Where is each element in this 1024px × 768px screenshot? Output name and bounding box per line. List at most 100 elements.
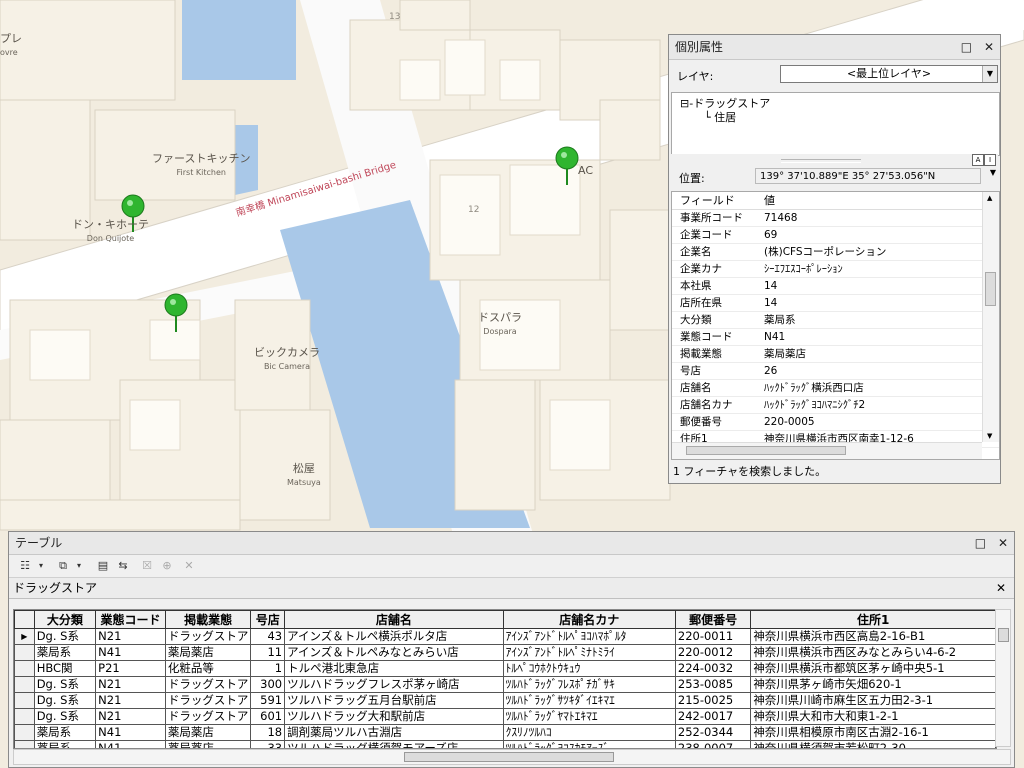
table-cell[interactable]: ツルハドラッグ五月台駅前店 [284,692,504,709]
table-cell[interactable]: ﾂﾙﾊﾄﾞﾗｯｸﾞｻﾂｷﾀﾞｲｴｷﾏｴ [502,692,676,709]
attribute-row[interactable]: 掲載業態 薬局薬店 [672,346,999,363]
table-cell[interactable]: 薬局系 [33,740,97,748]
table-cell[interactable]: Dg. S系 [33,676,97,693]
table-cell[interactable]: ﾂﾙﾊﾄﾞﾗｯｸﾞﾔﾏﾄｴｷﾏｴ [502,708,676,725]
splitter-grip[interactable] [781,159,861,163]
table-cell[interactable]: P21 [95,660,166,677]
column-header[interactable]: 店舗名カナ [502,610,676,629]
attribute-table[interactable]: 大分類 業態コード 掲載業態 号店 店舗名 店舗名カナ 郵便番号 住所1 ▶ Dg. S系 N21… [13,609,997,749]
table-cell[interactable]: 220-0012 [674,644,752,661]
table-row[interactable]: 薬局系 N41 薬局薬店 18 調剤薬局ツルハ古淵店 ｸｽﾘﾉﾂﾙﾊｺ 252-0344 神奈… [14,724,996,741]
table-cell[interactable]: HBC関 [33,660,97,677]
scroll-up-icon[interactable]: ▲ [987,194,992,202]
table-cell[interactable]: 224-0032 [674,660,752,677]
table-cell[interactable]: 神奈川県茅ヶ崎市矢畑620-1 [750,676,996,693]
table-cell[interactable]: 薬局系 [33,724,97,741]
table-cell[interactable]: 化粧品等 [164,660,252,677]
table-cell[interactable]: 1 [250,660,286,677]
row-selector[interactable] [14,676,35,693]
table-cell[interactable]: N21 [95,692,166,709]
attribute-row[interactable]: 郵便番号 220-0005 [672,414,999,431]
table-cell[interactable]: 神奈川県横浜市都筑区茅ヶ崎中央5-1 [750,660,996,677]
table-cell[interactable]: ドラッグストア [164,708,252,725]
table-row[interactable]: ▶ Dg. S系 N21 ドラッグストア 43 アインズ＆トルペ横浜ポルタ店 ｱｲﾝｽﾞｱﾝ… [14,628,996,645]
identify-title-bar[interactable]: 個別属性 □ ✕ [669,35,1000,60]
close-icon[interactable]: ✕ [996,578,1006,598]
table-cell[interactable]: 33 [250,740,286,748]
table-row[interactable]: Dg. S系 N21 ドラッグストア 591 ツルハドラッグ五月台駅前店 ﾂﾙﾊﾄﾞﾗｯｸ… [14,692,996,709]
scroll-thumb[interactable] [404,752,614,762]
attribute-row[interactable]: 大分類 薬局系 [672,312,999,329]
collapse-icon[interactable]: ⊟ [680,97,689,110]
table-cell[interactable]: N41 [95,740,166,748]
table-row[interactable]: 薬局系 N41 薬局薬店 11 アインズ＆トルペみなとみらい店 ｱｲﾝｽﾞｱﾝﾄﾞﾄﾙﾍﾟ… [14,644,996,661]
table-cell[interactable]: 591 [250,692,286,709]
pane-splitter[interactable]: A I [671,154,998,166]
row-selector[interactable] [14,692,35,709]
row-selector[interactable] [14,660,35,677]
chevron-down-icon[interactable]: ▾ [71,558,87,574]
zoom-to-selected-icon[interactable]: ⊕ [159,558,175,574]
scroll-thumb[interactable] [985,272,996,306]
table-cell[interactable]: ドラッグストア [164,676,252,693]
table-cell[interactable]: 300 [250,676,286,693]
table-cell[interactable]: アインズ＆トルペ横浜ポルタ店 [284,628,504,645]
select-by-attributes-icon[interactable]: ▤ [95,558,111,574]
row-selector[interactable] [14,708,35,725]
table-cell[interactable]: 253-0085 [674,676,752,693]
attribute-row[interactable]: 号店 26 [672,363,999,380]
column-header[interactable]: 掲載業態 [164,610,252,629]
table-cell[interactable]: 薬局薬店 [164,740,252,748]
table-cell[interactable]: N21 [95,628,166,645]
attribute-row[interactable]: 業態コード N41 [672,329,999,346]
attribute-row[interactable]: 企業コード 69 [672,227,999,244]
scroll-down-icon[interactable]: ▼ [987,432,992,440]
column-header[interactable]: 業態コード [95,610,166,629]
table-cell[interactable]: 神奈川県大和市大和東1-2-1 [750,708,996,725]
column-header[interactable]: 郵便番号 [674,610,752,629]
location-field[interactable]: 139° 37'10.889"E 35° 27'53.056"N [755,168,981,184]
switch-selection-icon[interactable]: ⇆ [115,558,131,574]
attribute-row[interactable]: 事業所コード 71468 [672,210,999,227]
table-row[interactable]: 薬局系 N41 薬局薬店 33 ツルハドラッグ横須賀モアーズ店 ﾂﾙﾊﾄﾞﾗｯｸﾞﾖｺｽｶ… [14,740,996,748]
row-selector[interactable] [14,724,35,741]
layer-select[interactable]: <最上位レイヤ> ▼ [780,65,998,83]
table-cell[interactable]: ﾂﾙﾊﾄﾞﾗｯｸﾞﾖｺｽｶﾓｱｰｽﾞ [502,740,676,748]
column-header[interactable]: 号店 [250,610,286,629]
attribute-row[interactable]: 本社県 14 [672,278,999,295]
chevron-down-icon[interactable]: ▼ [982,66,997,82]
table-cell[interactable]: ドラッグストア [164,628,252,645]
table-cell[interactable]: 215-0025 [674,692,752,709]
table-cell[interactable]: 252-0344 [674,724,752,741]
table-cell[interactable]: 神奈川県川崎市麻生区五力田2-3-1 [750,692,996,709]
chevron-down-icon[interactable]: ▾ [33,558,49,574]
attribute-row[interactable]: 店舗名カナ ﾊｯｸﾄﾞﾗｯｸﾞﾖｺﾊﾏﾆｼｸﾞﾁ2 [672,397,999,414]
related-tables-icon[interactable]: ⧉ [55,558,71,574]
attribute-vscroll[interactable]: ▲ ▼ [982,192,999,442]
column-header[interactable]: 店舗名 [284,610,504,629]
table-cell[interactable]: 神奈川県横須賀市若松町2-30 [750,740,996,748]
delete-selected-icon[interactable]: ✕ [181,558,197,574]
table-cell[interactable]: N21 [95,676,166,693]
tree-node-child[interactable]: └ 住居 [704,109,736,125]
maximize-icon[interactable]: □ [975,536,986,550]
attribute-row[interactable]: 店所在県 14 [672,295,999,312]
table-cell[interactable]: 神奈川県相模原市南区古淵2-16-1 [750,724,996,741]
table-cell[interactable]: 238-0007 [674,740,752,748]
table-hscroll[interactable] [13,749,1011,765]
attribute-list[interactable]: フィールド 値 事業所コード 71468 企業コード 69 企業名 (株)CFSコーポレー… [671,191,1000,460]
close-icon[interactable]: ✕ [998,536,1008,550]
close-icon[interactable]: ✕ [984,40,994,54]
table-cell[interactable]: ドラッグストア [164,692,252,709]
table-row[interactable]: Dg. S系 N21 ドラッグストア 300 ツルハドラッグフレスポ茅ヶ崎店 ﾂﾙﾊﾄﾞﾗ… [14,676,996,693]
scroll-thumb[interactable] [998,628,1009,642]
table-cell[interactable]: 601 [250,708,286,725]
attribute-row[interactable]: 企業カナ ｼｰｴﾌｴｽｺｰﾎﾟﾚｰｼｮﾝ [672,261,999,278]
table-cell[interactable]: 薬局薬店 [164,724,252,741]
table-cell[interactable]: 神奈川県横浜市西区高島2-16-B1 [750,628,996,645]
table-cell[interactable]: ｱｲﾝｽﾞｱﾝﾄﾞﾄﾙﾍﾟﾐﾅﾄﾐﾗｲ [502,644,676,661]
clear-selection-icon[interactable]: ☒ [139,558,155,574]
table-cell[interactable]: 薬局系 [33,644,97,661]
table-cell[interactable]: トルペ港北東急店 [284,660,504,677]
table-cell[interactable]: 242-0017 [674,708,752,725]
